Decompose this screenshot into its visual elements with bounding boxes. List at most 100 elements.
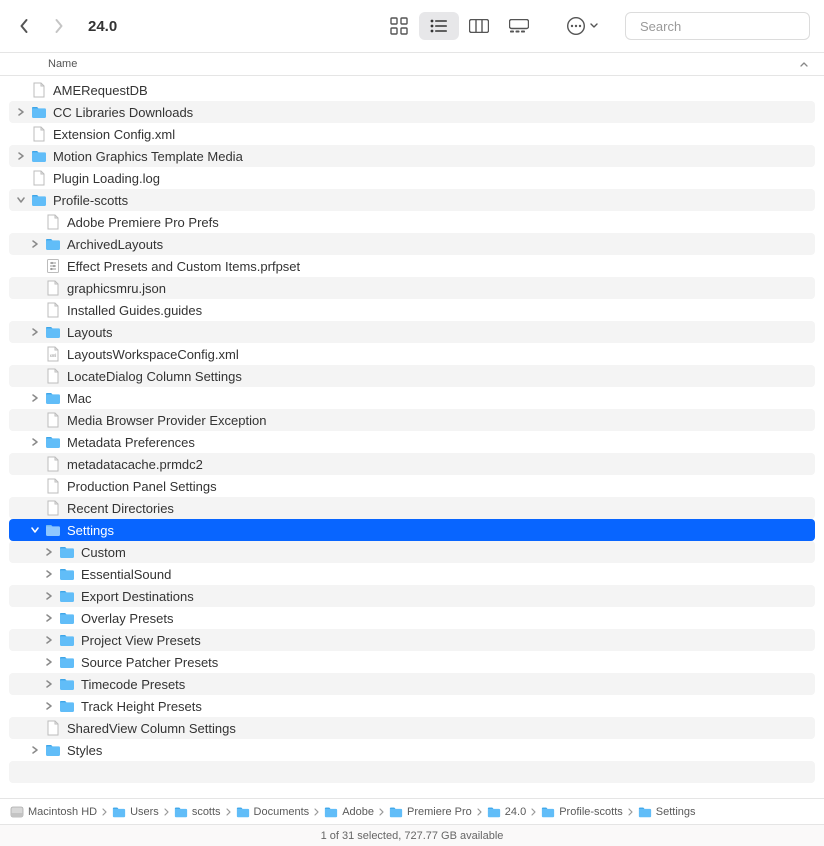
group-menu-button[interactable] — [565, 12, 599, 40]
disclosure-triangle[interactable] — [29, 524, 41, 536]
path-separator — [627, 808, 634, 816]
disclosure-triangle[interactable] — [43, 634, 55, 646]
file-name: Production Panel Settings — [67, 479, 217, 494]
back-button[interactable] — [14, 16, 34, 36]
file-icon — [31, 126, 47, 142]
file-row[interactable]: Profile-scotts — [9, 189, 815, 211]
status-text: 1 of 31 selected, 727.77 GB available — [321, 830, 504, 842]
disclosure-triangle[interactable] — [43, 656, 55, 668]
file-name: Project View Presets — [81, 633, 201, 648]
folder-icon — [59, 566, 75, 582]
path-crumb[interactable]: Profile-scotts — [541, 805, 623, 819]
search-box[interactable] — [625, 12, 810, 40]
chevron-right-icon — [53, 18, 64, 34]
file-row[interactable]: EssentialSound — [9, 563, 815, 585]
folder-icon — [45, 390, 61, 406]
folder-icon — [59, 698, 75, 714]
path-crumb[interactable]: scotts — [174, 805, 221, 819]
disclosure-triangle[interactable] — [29, 744, 41, 756]
file-name: Plugin Loading.log — [53, 171, 160, 186]
disclosure-triangle[interactable] — [29, 326, 41, 338]
file-row[interactable]: Metadata Preferences — [9, 431, 815, 453]
disclosure-triangle[interactable] — [43, 700, 55, 712]
column-view-button[interactable] — [459, 12, 499, 40]
file-row[interactable]: Custom — [9, 541, 815, 563]
disclosure-triangle[interactable] — [15, 194, 27, 206]
file-row[interactable]: metadatacache.prmdc2 — [9, 453, 815, 475]
path-crumb[interactable]: Documents — [236, 805, 310, 819]
file-row[interactable]: Plugin Loading.log — [9, 167, 815, 189]
file-row[interactable]: Source Patcher Presets — [9, 651, 815, 673]
file-row[interactable]: Motion Graphics Template Media — [9, 145, 815, 167]
file-row[interactable]: Overlay Presets — [9, 607, 815, 629]
icon-view-button[interactable] — [379, 12, 419, 40]
disclosure-triangle[interactable] — [43, 612, 55, 624]
file-name: Layouts — [67, 325, 113, 340]
file-row[interactable]: Timecode Presets — [9, 673, 815, 695]
path-crumb[interactable]: Adobe — [324, 805, 374, 819]
file-row[interactable]: Layouts — [9, 321, 815, 343]
file-row[interactable]: Export Destinations — [9, 585, 815, 607]
path-separator — [101, 808, 108, 816]
file-row[interactable]: graphicsmru.json — [9, 277, 815, 299]
file-row[interactable]: Track Height Presets — [9, 695, 815, 717]
disclosure-triangle[interactable] — [43, 590, 55, 602]
file-icon — [45, 478, 61, 494]
sort-indicator — [800, 61, 812, 67]
file-name: Timecode Presets — [81, 677, 185, 692]
file-name: Overlay Presets — [81, 611, 173, 626]
path-separator — [476, 808, 483, 816]
blank-icon — [31, 764, 47, 780]
disclosure-triangle[interactable] — [15, 150, 27, 162]
file-row[interactable]: Settings — [9, 519, 815, 541]
file-row[interactable]: Mac — [9, 387, 815, 409]
file-name: Mac — [67, 391, 92, 406]
file-name: AMERequestDB — [53, 83, 148, 98]
path-crumb[interactable]: Premiere Pro — [389, 805, 472, 819]
forward-button[interactable] — [48, 16, 68, 36]
file-icon — [45, 500, 61, 516]
file-row[interactable]: AMERequestDB — [9, 79, 815, 101]
path-label: Macintosh HD — [28, 806, 97, 818]
disclosure-triangle[interactable] — [43, 546, 55, 558]
disclosure-triangle[interactable] — [29, 392, 41, 404]
disclosure-triangle[interactable] — [43, 678, 55, 690]
file-row[interactable]: LocateDialog Column Settings — [9, 365, 815, 387]
folder-icon — [389, 805, 403, 819]
file-row[interactable]: Project View Presets — [9, 629, 815, 651]
file-row[interactable]: ArchivedLayouts — [9, 233, 815, 255]
file-list[interactable]: AMERequestDB CC Libraries DownloadsExtens… — [0, 76, 824, 798]
file-name: Metadata Preferences — [67, 435, 195, 450]
file-row[interactable]: Production Panel Settings — [9, 475, 815, 497]
disclosure-triangle[interactable] — [29, 238, 41, 250]
path-crumb[interactable]: Settings — [638, 805, 696, 819]
path-crumb[interactable]: 24.0 — [487, 805, 526, 819]
list-view-button[interactable] — [419, 12, 459, 40]
file-icon — [45, 302, 61, 318]
path-bar: Macintosh HD Users scotts Documents Adobe Pre… — [0, 798, 824, 824]
file-row[interactable]: Effect Presets and Custom Items.prfpset — [9, 255, 815, 277]
column-header[interactable]: Name — [0, 52, 824, 76]
folder-icon — [324, 805, 338, 819]
file-row[interactable]: Installed Guides.guides — [9, 299, 815, 321]
search-input[interactable] — [640, 19, 816, 34]
grid-icon — [390, 17, 408, 35]
gallery-view-button[interactable] — [499, 12, 539, 40]
file-row[interactable]: Styles — [9, 739, 815, 761]
file-row[interactable]: Media Browser Provider Exception — [9, 409, 815, 431]
file-row[interactable]: CC Libraries Downloads — [9, 101, 815, 123]
disclosure-triangle[interactable] — [15, 106, 27, 118]
path-crumb[interactable]: Macintosh HD — [10, 805, 97, 819]
file-row[interactable]: Recent Directories — [9, 497, 815, 519]
folder-icon — [31, 148, 47, 164]
file-row[interactable]: SharedView Column Settings — [9, 717, 815, 739]
file-row[interactable]: Adobe Premiere Pro Prefs — [9, 211, 815, 233]
path-separator — [378, 808, 385, 816]
path-crumb[interactable]: Users — [112, 805, 159, 819]
disclosure-triangle[interactable] — [29, 436, 41, 448]
disclosure-triangle[interactable] — [43, 568, 55, 580]
path-label: Profile-scotts — [559, 806, 623, 818]
file-name: Styles — [67, 743, 102, 758]
file-row[interactable]: xmlLayoutsWorkspaceConfig.xml — [9, 343, 815, 365]
file-row[interactable]: Extension Config.xml — [9, 123, 815, 145]
